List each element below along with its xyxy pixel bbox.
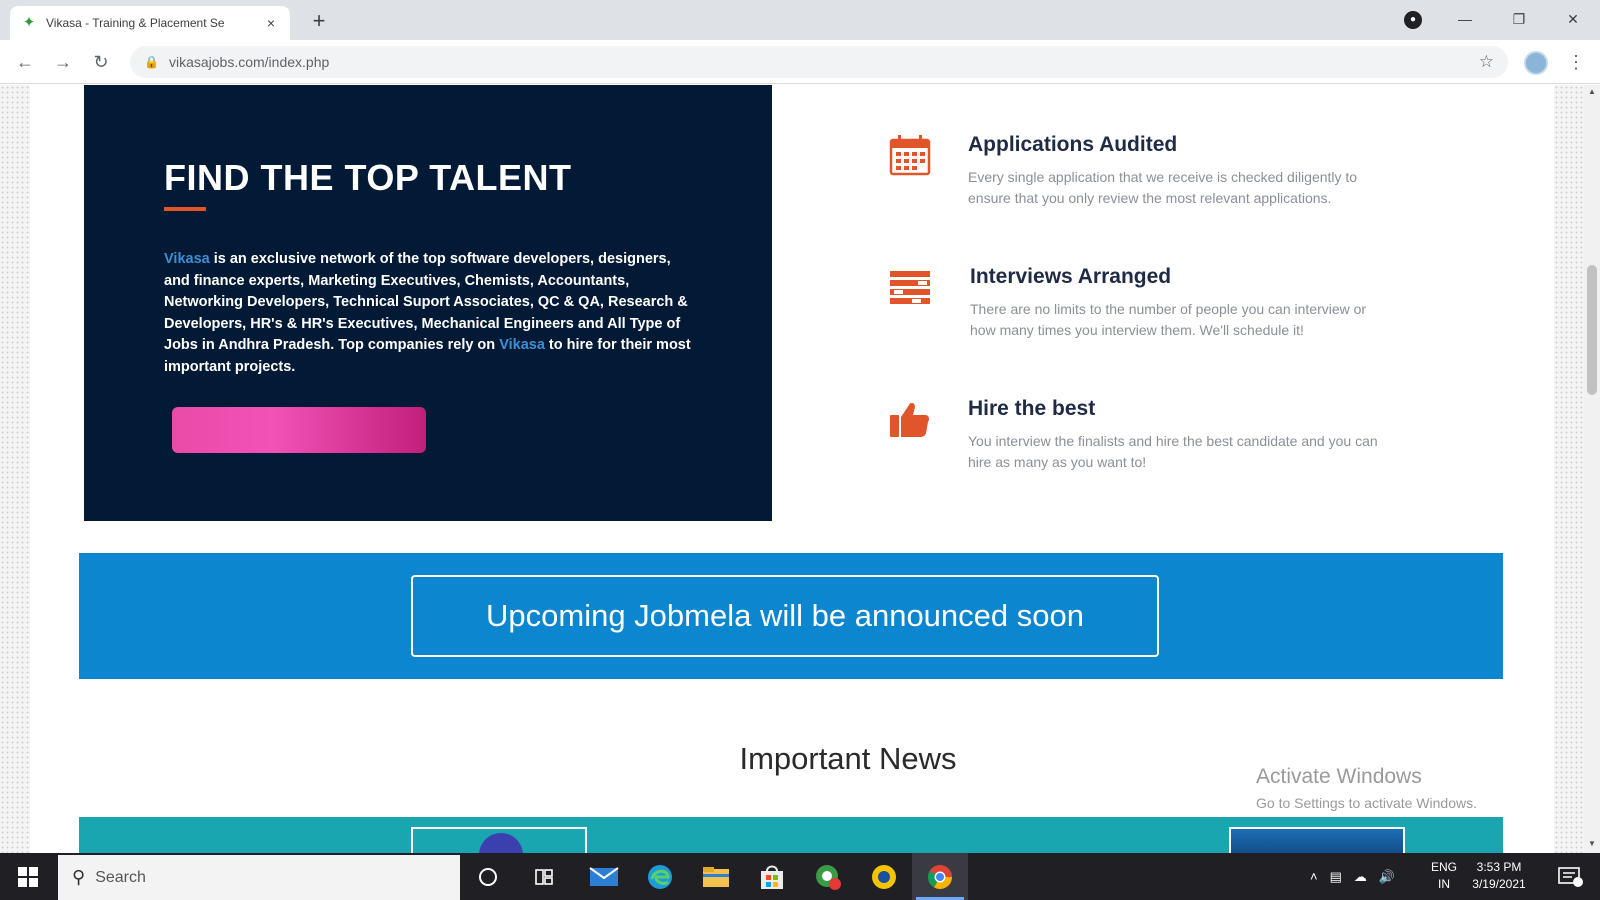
activate-windows-watermark: Activate Windows Go to Settings to activ… bbox=[1256, 765, 1477, 811]
chrome-profile-app-icon[interactable] bbox=[800, 853, 856, 900]
minimize-icon[interactable]: — bbox=[1438, 0, 1492, 40]
chrome-browser-icon[interactable] bbox=[912, 853, 968, 900]
news-card-circle bbox=[479, 833, 523, 853]
list-icon bbox=[890, 271, 930, 304]
scroll-up-arrow-icon[interactable]: ▲ bbox=[1584, 85, 1600, 99]
show-hidden-icons-chevron-icon[interactable]: ˄ bbox=[1310, 869, 1318, 884]
forward-arrow-icon[interactable]: → bbox=[50, 49, 76, 75]
news-card[interactable] bbox=[411, 827, 587, 853]
window-controls: — ❐ ✕ bbox=[1438, 0, 1600, 40]
feature-description: There are no limits to the number of peo… bbox=[970, 301, 1367, 338]
incognito-profile-icon[interactable]: ● bbox=[1404, 11, 1422, 29]
start-button[interactable] bbox=[0, 853, 56, 900]
clock-date: 3/19/2021 bbox=[1472, 877, 1526, 891]
feature-description: Every single application that we receive… bbox=[968, 169, 1358, 206]
tab-close-icon[interactable]: × bbox=[262, 14, 280, 32]
right-background-pattern bbox=[1554, 85, 1584, 853]
feature-title: Hire the best bbox=[968, 397, 1096, 420]
search-icon: ⚲ bbox=[72, 867, 86, 887]
new-tab-button[interactable]: + bbox=[306, 8, 332, 34]
region-code: IN bbox=[1438, 877, 1450, 891]
talent-description: Vikasa is an exclusive network of the to… bbox=[164, 249, 694, 378]
browser-tab-bar: ✦ Vikasa - Training & Placement Se × + ●… bbox=[0, 0, 1600, 40]
taskbar-clock[interactable]: 3:53 PM 3/19/2021 bbox=[1466, 859, 1532, 893]
browser-toolbar: ← → ↻ 🔒 vikasajobs.com/index.php ☆ ⋮ bbox=[0, 40, 1600, 84]
site-favicon-icon: ✦ bbox=[22, 14, 36, 31]
feature-applications-audited: Applications Audited Every single applic… bbox=[888, 133, 1408, 243]
windows-logo-icon bbox=[18, 866, 38, 887]
scroll-thumb[interactable] bbox=[1587, 265, 1597, 395]
back-arrow-icon[interactable]: ← bbox=[12, 49, 38, 75]
calendar-icon bbox=[889, 135, 931, 176]
url-text[interactable]: vikasajobs.com/index.php bbox=[169, 54, 1479, 70]
windows-taskbar: ⚲ Search ˄ ▤ ☁ 🔊 ENG IN 3:53 PM 3/19/202… bbox=[0, 853, 1600, 900]
talent-cta-button[interactable] bbox=[172, 407, 426, 453]
store-icon[interactable] bbox=[744, 853, 800, 900]
feature-description: You interview the finalists and hire the… bbox=[968, 433, 1378, 470]
feature-hire-the-best: Hire the best You interview the finalist… bbox=[888, 397, 1408, 507]
brand-link-2[interactable]: Vikasa bbox=[499, 337, 545, 353]
mail-icon[interactable] bbox=[576, 853, 632, 900]
left-background-pattern bbox=[0, 85, 30, 853]
news-strip bbox=[79, 817, 1503, 853]
watermark-line-1: Activate Windows bbox=[1256, 765, 1422, 788]
thumbs-up-icon bbox=[890, 402, 929, 437]
address-bar[interactable]: 🔒 vikasajobs.com/index.php ☆ bbox=[130, 46, 1508, 78]
taskbar-search-box[interactable]: ⚲ Search bbox=[58, 855, 460, 900]
restore-icon[interactable]: ❐ bbox=[1492, 0, 1546, 40]
cortana-icon[interactable] bbox=[460, 853, 516, 900]
feature-title: Interviews Arranged bbox=[970, 265, 1172, 288]
tab-title: Vikasa - Training & Placement Se bbox=[46, 16, 225, 30]
clock-time: 3:53 PM bbox=[1476, 860, 1522, 874]
page-scrollbar[interactable]: ▲ ▼ bbox=[1584, 85, 1600, 853]
reload-icon[interactable]: ↻ bbox=[88, 49, 114, 75]
scroll-down-arrow-icon[interactable]: ▼ bbox=[1584, 837, 1600, 851]
jobmela-announcement-box[interactable]: Upcoming Jobmela will be announced soon bbox=[411, 575, 1159, 657]
task-view-icon[interactable] bbox=[516, 853, 572, 900]
more-menu-icon[interactable]: ⋮ bbox=[1566, 49, 1586, 75]
profile-avatar[interactable] bbox=[1524, 51, 1548, 75]
talent-heading: FIND THE TOP TALENT bbox=[164, 157, 572, 198]
file-explorer-icon[interactable] bbox=[688, 853, 744, 900]
watermark-line-2: Go to Settings to activate Windows. bbox=[1256, 795, 1477, 811]
feature-title: Applications Audited bbox=[968, 133, 1178, 156]
bookmark-star-icon[interactable]: ☆ bbox=[1479, 52, 1494, 72]
language-code: ENG bbox=[1430, 860, 1457, 874]
taskbar-search-placeholder: Search bbox=[95, 868, 146, 886]
onedrive-cloud-icon[interactable]: ☁ bbox=[1354, 869, 1367, 885]
network-icon[interactable]: ▤ bbox=[1330, 869, 1342, 885]
heading-underline bbox=[164, 207, 206, 211]
jobmela-announcement-text: Upcoming Jobmela will be announced soon bbox=[486, 598, 1084, 633]
notification-center-icon[interactable] bbox=[1550, 863, 1590, 891]
news-card[interactable] bbox=[1229, 827, 1405, 853]
window-close-icon[interactable]: ✕ bbox=[1546, 0, 1600, 40]
feature-interviews-arranged: Interviews Arranged There are no limits … bbox=[888, 265, 1408, 375]
system-tray: ˄ ▤ ☁ 🔊 bbox=[1310, 853, 1395, 900]
jobmela-banner: Upcoming Jobmela will be announced soon bbox=[79, 553, 1503, 679]
volume-icon[interactable]: 🔊 bbox=[1379, 869, 1395, 885]
brand-link[interactable]: Vikasa bbox=[164, 251, 210, 267]
talent-card: FIND THE TOP TALENT Vikasa is an exclusi… bbox=[84, 85, 772, 521]
page-viewport: FIND THE TOP TALENT Vikasa is an exclusi… bbox=[0, 85, 1600, 853]
norton-app-icon[interactable] bbox=[856, 853, 912, 900]
lock-icon[interactable]: 🔒 bbox=[144, 55, 159, 69]
input-language-indicator[interactable]: ENG IN bbox=[1428, 859, 1460, 893]
browser-tab[interactable]: ✦ Vikasa - Training & Placement Se × bbox=[10, 6, 290, 40]
edge-browser-icon[interactable] bbox=[632, 853, 688, 900]
